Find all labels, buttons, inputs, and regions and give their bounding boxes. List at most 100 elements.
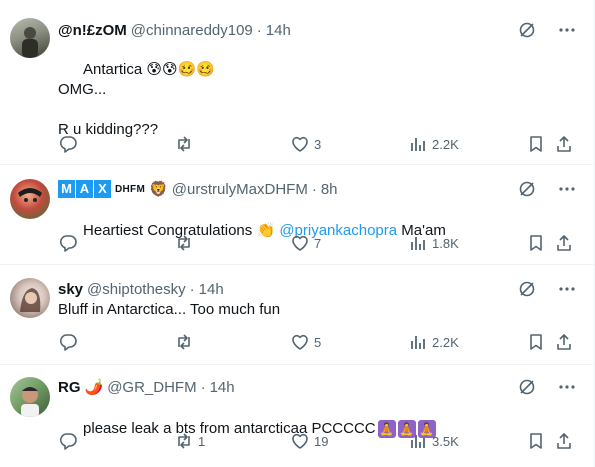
retweet-button[interactable]: 1	[174, 431, 205, 451]
display-name[interactable]: MAX	[58, 180, 111, 198]
views-button[interactable]: 1.8K	[408, 233, 459, 253]
bookmark-button[interactable]	[526, 431, 546, 451]
views-icon	[408, 332, 428, 352]
user-handle[interactable]: @GR_DHFM	[107, 379, 196, 396]
views-button[interactable]: 3.5K	[408, 431, 459, 451]
like-button[interactable]: 5	[290, 332, 321, 352]
user-handle[interactable]: @shiptothesky	[87, 281, 186, 298]
views-button[interactable]: 2.2K	[408, 134, 459, 154]
bookmark-button[interactable]	[526, 332, 546, 352]
user-handle[interactable]: @chinnareddy109	[131, 22, 253, 39]
views-count: 1.8K	[432, 235, 459, 251]
grok-icon[interactable]	[517, 20, 537, 40]
reply-feed: @n!£zOM @chinnareddy109 · 14h Antartica …	[0, 0, 595, 467]
share-icon	[554, 134, 574, 154]
name-suffix: DHFM	[115, 183, 146, 195]
heart-icon	[290, 134, 310, 154]
timestamp[interactable]: 14h	[266, 22, 291, 39]
reply-icon	[58, 431, 78, 451]
like-count: 5	[314, 334, 322, 350]
share-button[interactable]	[554, 332, 574, 352]
reply-button[interactable]	[58, 233, 82, 253]
retweet-button[interactable]	[174, 233, 198, 253]
bookmark-icon	[526, 431, 546, 451]
timestamp[interactable]: 14h	[210, 379, 235, 396]
bookmark-icon	[526, 332, 546, 352]
action-bar: 1 19 3.5K	[58, 431, 581, 451]
tweet-top-icons	[517, 20, 577, 40]
tweet-top-icons	[517, 377, 577, 397]
bookmark-icon	[526, 134, 546, 154]
tweet-2[interactable]: MAX DHFM 🦁 @urstrulyMaxDHFM · 8h Heartie…	[0, 165, 595, 265]
display-name[interactable]: @n!£zOM	[58, 22, 127, 39]
views-count: 2.2K	[432, 334, 459, 350]
tweet-text-rest: OMG... R u kidding???	[58, 81, 159, 138]
chili-emoji: 🌶️	[84, 377, 104, 396]
share-button[interactable]	[554, 134, 574, 154]
grok-icon[interactable]	[517, 279, 537, 299]
tweet-4[interactable]: RG 🌶️ @GR_DHFM · 14h please leak a bts f…	[0, 365, 595, 467]
more-icon[interactable]	[557, 179, 577, 199]
retweet-icon	[174, 332, 194, 352]
more-icon[interactable]	[557, 377, 577, 397]
views-button[interactable]: 2.2K	[408, 332, 459, 352]
avatar[interactable]	[10, 18, 50, 58]
grok-icon[interactable]	[517, 179, 537, 199]
separator: ·	[311, 180, 317, 198]
grok-icon[interactable]	[517, 377, 537, 397]
user-handle[interactable]: @urstrulyMaxDHFM	[172, 181, 308, 198]
reply-button[interactable]	[58, 134, 82, 154]
views-icon	[408, 233, 428, 253]
share-icon	[554, 233, 574, 253]
views-icon	[408, 134, 428, 154]
like-button[interactable]: 3	[290, 134, 321, 154]
share-icon	[554, 431, 574, 451]
retweet-icon	[174, 134, 194, 154]
name-badge-letter: X	[94, 180, 111, 198]
timestamp[interactable]: 14h	[199, 281, 224, 298]
share-button[interactable]	[554, 233, 574, 253]
tweet-header: RG 🌶️ @GR_DHFM · 14h	[58, 377, 235, 397]
bookmark-icon	[526, 233, 546, 253]
bookmark-button[interactable]	[526, 233, 546, 253]
heart-icon	[290, 233, 310, 253]
display-name[interactable]: sky	[58, 281, 83, 298]
more-icon[interactable]	[557, 20, 577, 40]
tweet-text-lead: Antartica	[83, 61, 147, 78]
share-button[interactable]	[554, 431, 574, 451]
lion-emoji: 🦁	[149, 179, 168, 198]
share-icon	[554, 332, 574, 352]
emoji: 😰	[146, 60, 163, 78]
retweet-button[interactable]	[174, 134, 198, 154]
tweet-1[interactable]: @n!£zOM @chinnareddy109 · 14h Antartica …	[0, 0, 595, 165]
separator: ·	[200, 378, 206, 396]
views-count: 2.2K	[432, 136, 459, 152]
reply-button[interactable]	[58, 431, 82, 451]
separator: ·	[256, 21, 262, 39]
retweet-icon	[174, 233, 194, 253]
like-button[interactable]: 19	[290, 431, 328, 451]
name-badge-letter: A	[76, 180, 93, 198]
tweet-header: @n!£zOM @chinnareddy109 · 14h	[58, 20, 291, 40]
views-count: 3.5K	[432, 433, 459, 449]
emoji: 🥴	[196, 60, 216, 78]
more-icon[interactable]	[557, 279, 577, 299]
retweet-button[interactable]	[174, 332, 198, 352]
reply-button[interactable]	[58, 332, 82, 352]
avatar[interactable]	[10, 179, 50, 219]
name-badge-letter: M	[58, 180, 75, 198]
retweet-count: 1	[198, 433, 206, 449]
avatar[interactable]	[10, 377, 50, 417]
tweet-top-icons	[517, 279, 577, 299]
bookmark-button[interactable]	[526, 134, 546, 154]
like-count: 19	[314, 433, 329, 449]
display-name[interactable]: RG	[58, 379, 81, 396]
tweet-3[interactable]: sky @shiptothesky · 14h Bluff in Antarct…	[0, 265, 595, 365]
emoji: 😰	[162, 60, 178, 78]
emoji: 🥴	[177, 60, 197, 78]
like-button[interactable]: 7	[290, 233, 321, 253]
views-icon	[408, 431, 428, 451]
timestamp[interactable]: 8h	[321, 181, 338, 198]
avatar[interactable]	[10, 278, 50, 318]
heart-icon	[290, 332, 310, 352]
